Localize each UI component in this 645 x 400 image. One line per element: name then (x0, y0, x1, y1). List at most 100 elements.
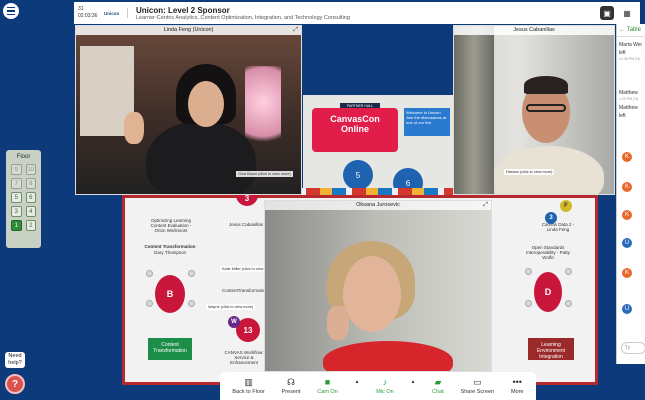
canvas-workflow-label: CANVAS Workflow: Service & Enhancement (224, 350, 264, 365)
cam-options-caret[interactable]: ▲ (355, 379, 360, 385)
monitor-icon: ▭ (473, 377, 482, 387)
video-tile-linda[interactable]: Linda Feng (Unicon) ⤢ Gina Bauer (click … (75, 25, 302, 195)
chat-avatar: K (622, 210, 632, 220)
header-text: Unicon: Level 2 Sponsor Learner-Centric … (136, 6, 600, 21)
welcome-subtitle: Join the discussions at one of our five (406, 115, 447, 125)
mic-options-caret[interactable]: ▲ (410, 379, 415, 385)
session-timer: 02:03:36 (78, 13, 98, 19)
chat-message: Matthew (619, 105, 638, 111)
content-transformation-host: Gary Thompson (153, 250, 187, 255)
chat-avatar: K (622, 268, 632, 278)
person-hair (524, 76, 568, 94)
camera-icon: ■ (324, 377, 331, 387)
chat-message: left (619, 50, 626, 56)
table-f-marker: F (560, 200, 572, 212)
floor-button-6[interactable]: 6 (25, 192, 36, 203)
seat[interactable] (146, 300, 153, 307)
more-button[interactable]: ••• More (511, 377, 524, 395)
sponsor-logo: Unicon (104, 8, 128, 18)
map-icon: ▥ (244, 377, 253, 387)
table-b[interactable]: B (155, 275, 185, 313)
back-to-floor-button[interactable]: ▥ Back to Floor (232, 377, 264, 395)
content-transformation-sign: Content Transformation (148, 338, 192, 360)
video-caption[interactable]: Gina Bauer (click to view more) (236, 171, 293, 177)
calendar-icon[interactable]: ▦ (620, 6, 634, 20)
seat[interactable] (525, 300, 532, 307)
floor-button-9[interactable]: 9 (11, 164, 22, 175)
content-transformation-label: Content Transformation (144, 244, 196, 249)
person-body (146, 121, 256, 194)
attendee-count: 31 (78, 6, 84, 12)
present-icon: ☊ (287, 377, 296, 387)
canvas-data-label: Canvas Data 2 - Linda Feng (541, 222, 575, 232)
room-title: Unicon: Level 2 Sponsor (136, 5, 230, 15)
video-background-curtain (454, 26, 494, 194)
present-button[interactable]: ☊ Present (282, 377, 301, 395)
floor-button-4[interactable]: 4 (25, 206, 36, 217)
more-icon: ••• (512, 377, 522, 387)
chat-button[interactable]: ▰ Chat (432, 377, 444, 395)
menu-button[interactable] (3, 3, 19, 19)
seat[interactable] (146, 270, 153, 277)
video-name-label: Jesus Cabanillas (454, 26, 614, 35)
sponsor-icon[interactable]: ▣ (600, 6, 614, 20)
jesus-table-tag: Jesus Cabanillas (228, 222, 264, 227)
need-help-tooltip: Need help? (5, 352, 25, 368)
chat-message: left (619, 113, 626, 119)
expand-icon[interactable]: ⤢ (483, 202, 488, 209)
video-name-label: Linda Feng (Unicon) (76, 26, 301, 35)
floor-button-3[interactable]: 3 (11, 206, 22, 217)
chat-input[interactable]: Ty (621, 342, 645, 354)
content-transformation-short: ContentTransformation (222, 288, 268, 293)
share-screen-button[interactable]: ▭ Share Screen (461, 377, 495, 395)
person-face-front (188, 81, 224, 127)
header-stats: 31 02:03:36 (74, 6, 104, 20)
video-caption[interactable]: Hassan (click to view more) (504, 169, 555, 175)
floor-button-10[interactable]: 10 (25, 164, 36, 175)
floor-button-7[interactable]: 7 (11, 178, 22, 189)
person-glasses (526, 104, 566, 112)
help-icon[interactable]: ? (5, 374, 25, 394)
seat[interactable] (565, 268, 572, 275)
chat-avatar: K (622, 152, 632, 162)
chat-timestamp: 12:38 PM (%) (619, 57, 641, 61)
chat-timestamp: 1:20 PM (%) (619, 97, 639, 101)
chat-header[interactable]: ← Table (617, 24, 645, 37)
seat[interactable] (565, 300, 572, 307)
table-d[interactable]: D (534, 272, 562, 312)
cam-button[interactable]: ■ Cam On (317, 377, 337, 395)
floor-button-5[interactable]: 5 (11, 192, 22, 203)
mic-button[interactable]: ♪ Mic On (376, 377, 393, 395)
person-hand (327, 306, 349, 340)
person-face (343, 256, 401, 332)
table-w-marker: W (228, 316, 240, 328)
floor-selector: Floor 9 10 7 8 5 6 3 4 1 2 (6, 150, 41, 248)
chat-avatar: K (622, 182, 632, 192)
expand-icon[interactable]: ⤢ (293, 27, 298, 34)
chat-avatar: U (622, 304, 632, 314)
table-5[interactable]: 5 (343, 160, 373, 190)
floor-button-1[interactable]: 1 (11, 220, 22, 231)
floor-button-8[interactable]: 8 (25, 178, 36, 189)
floor-title: Floor (16, 154, 31, 160)
chat-message: Matthew (619, 90, 638, 96)
welcome-panel: Welcome to Unicon Join the discussions a… (404, 108, 450, 136)
seat[interactable] (188, 300, 195, 307)
room-header: 31 02:03:36 Unicon Unicon: Level 2 Spons… (74, 2, 640, 24)
microphone-icon: ♪ (382, 377, 388, 387)
sign-line-2: Online (340, 124, 369, 134)
bottom-toolbar: ▥ Back to Floor ☊ Present ■ Cam On ▲ ♪ M… (220, 372, 536, 400)
seat[interactable] (188, 270, 195, 277)
learning-environment-sign: Learning Environment Integration (528, 338, 574, 360)
chat-avatar: U (622, 238, 632, 248)
floor-button-2[interactable]: 2 (25, 220, 36, 231)
chat-icon: ▰ (434, 377, 442, 387)
chat-panel: ← Table Marta Wie left 12:38 PM (%) Matt… (616, 24, 645, 364)
seat[interactable] (525, 268, 532, 275)
video-tile-oksana[interactable]: Oksana Jurosevic ⤢ (264, 200, 492, 372)
canvascon-sign: CanvasCon Online (312, 108, 398, 152)
optimizing-table-label: Optimizing Learning Content Evaluation -… (150, 218, 192, 233)
wayne-name-tag[interactable]: Wayne (click to view more) (206, 304, 256, 310)
video-tile-jesus[interactable]: Jesus Cabanillas Hassan (click to view m… (453, 25, 615, 195)
sign-line-1: CanvasCon (330, 114, 380, 124)
